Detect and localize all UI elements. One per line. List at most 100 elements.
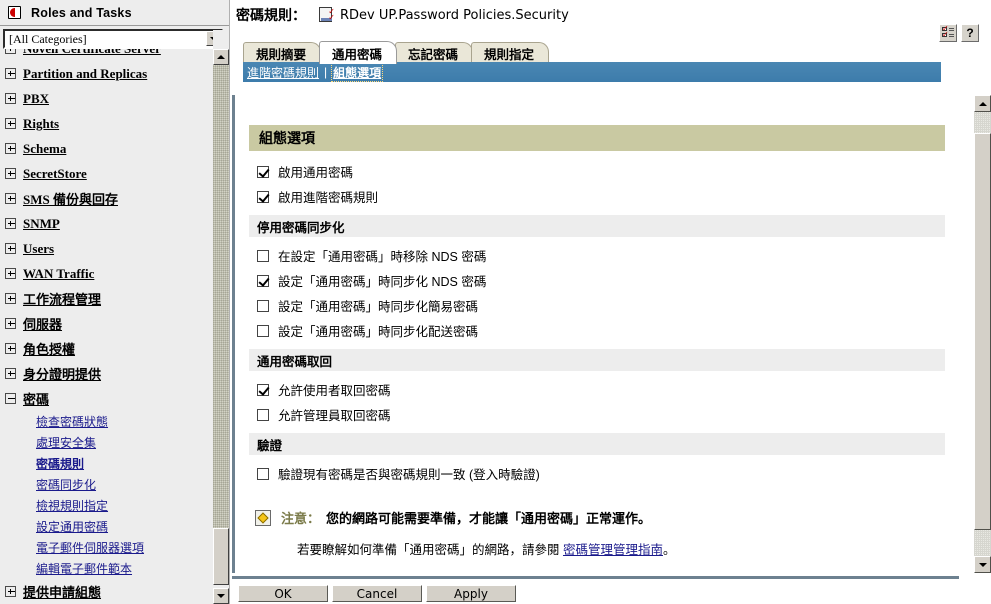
panel-scroll-up-button[interactable] bbox=[974, 95, 991, 112]
checkbox-3-0[interactable] bbox=[257, 468, 269, 480]
sidebar-item-label[interactable]: SecretStore bbox=[23, 166, 87, 182]
category-filter-value[interactable]: [All Categories] bbox=[3, 29, 223, 49]
sidebar-task-label[interactable]: 檢視規則指定 bbox=[36, 497, 108, 514]
sidebar-item-13[interactable]: 身分證明提供 bbox=[5, 361, 214, 386]
expand-plus-icon[interactable] bbox=[5, 368, 16, 379]
checkbox-label[interactable]: 允許管理員取回密碼 bbox=[278, 405, 391, 424]
sidebar-item-label[interactable]: Schema bbox=[23, 141, 66, 157]
expand-plus-icon[interactable] bbox=[5, 218, 16, 229]
sidebar-task-1[interactable]: 處理安全集 bbox=[5, 432, 214, 453]
expand-plus-icon[interactable] bbox=[5, 318, 16, 329]
checkbox-1-3[interactable] bbox=[257, 325, 269, 337]
tab-3[interactable]: 規則指定 bbox=[471, 42, 549, 64]
sidebar-item-label[interactable]: SMS 備份與回存 bbox=[23, 189, 118, 208]
subnav-link-0[interactable]: 進階密碼規則 bbox=[247, 64, 319, 81]
expand-plus-icon[interactable] bbox=[5, 93, 16, 104]
panel-scrollbar[interactable] bbox=[974, 95, 991, 573]
sidebar-scrollbar-track[interactable] bbox=[213, 49, 229, 585]
sidebar-item-4[interactable]: Schema bbox=[5, 136, 214, 161]
option-row-2-0[interactable]: 允許使用者取回密碼 bbox=[249, 377, 945, 402]
sidebar-item-label[interactable]: 身分證明提供 bbox=[23, 364, 101, 383]
help-button[interactable]: ? bbox=[961, 24, 979, 42]
checkbox-0-0[interactable] bbox=[257, 166, 269, 178]
checkbox-label[interactable]: 驗證現有密碼是否與密碼規則一致 (登入時驗證) bbox=[278, 464, 540, 483]
sidebar-item-0[interactable]: Novell Certificate Server bbox=[5, 49, 214, 61]
expand-plus-icon[interactable] bbox=[5, 586, 16, 597]
sidebar-item-label[interactable]: 工作流程管理 bbox=[23, 289, 101, 308]
expand-plus-icon[interactable] bbox=[5, 68, 16, 79]
checkbox-2-0[interactable] bbox=[257, 384, 269, 396]
sidebar-item-label[interactable]: Users bbox=[23, 241, 54, 257]
sidebar-scrollbar[interactable] bbox=[213, 30, 229, 604]
sidebar-item-label[interactable]: 伺服器 bbox=[23, 314, 62, 333]
sidebar-item-label[interactable]: Novell Certificate Server bbox=[23, 49, 161, 57]
checkbox-2-1[interactable] bbox=[257, 409, 269, 421]
panel-scrollbar-thumb[interactable] bbox=[974, 133, 991, 530]
sidebar-task-4[interactable]: 檢視規則指定 bbox=[5, 495, 214, 516]
sidebar-scrollbar-thumb[interactable] bbox=[213, 528, 229, 585]
sidebar-task-5[interactable]: 設定通用密碼 bbox=[5, 516, 214, 537]
sidebar-task-6[interactable]: 電子郵件伺服器選項 bbox=[5, 537, 214, 558]
expand-plus-icon[interactable] bbox=[5, 268, 16, 279]
expand-plus-icon[interactable] bbox=[5, 343, 16, 354]
checkbox-1-2[interactable] bbox=[257, 300, 269, 312]
cancel-button[interactable]: Cancel bbox=[332, 585, 422, 602]
checkbox-1-0[interactable] bbox=[257, 250, 269, 262]
sidebar-scroll-up-button[interactable] bbox=[213, 49, 229, 65]
expand-plus-icon[interactable] bbox=[5, 168, 16, 179]
sidebar-item-label[interactable]: Rights bbox=[23, 116, 59, 132]
sidebar-task-label[interactable]: 處理安全集 bbox=[36, 434, 96, 451]
sidebar-item-5[interactable]: SecretStore bbox=[5, 161, 214, 186]
checklist-icon[interactable]: ✓✓ bbox=[939, 24, 957, 42]
sidebar-task-3[interactable]: 密碼同步化 bbox=[5, 474, 214, 495]
tab-0[interactable]: 規則摘要 bbox=[243, 42, 321, 64]
sidebar-item-label[interactable]: 角色授權 bbox=[23, 339, 75, 358]
sidebar-item-15[interactable]: 提供申請組態 bbox=[5, 579, 214, 604]
sidebar-task-label[interactable]: 編輯電子郵件範本 bbox=[36, 560, 132, 577]
sidebar-task-label[interactable]: 檢查密碼狀態 bbox=[36, 413, 108, 430]
sidebar-item-11[interactable]: 伺服器 bbox=[5, 311, 214, 336]
tab-2[interactable]: 忘記密碼 bbox=[395, 42, 473, 64]
option-row-3-0[interactable]: 驗證現有密碼是否與密碼規則一致 (登入時驗證) bbox=[249, 461, 945, 486]
password-management-guide-link[interactable]: 密碼管理管理指南 bbox=[563, 543, 663, 557]
sidebar-task-label[interactable]: 密碼同步化 bbox=[36, 476, 96, 493]
sidebar-item-6[interactable]: SMS 備份與回存 bbox=[5, 186, 214, 211]
checkbox-0-1[interactable] bbox=[257, 191, 269, 203]
sidebar-task-0[interactable]: 檢查密碼狀態 bbox=[5, 411, 214, 432]
option-row-1-0[interactable]: 在設定「通用密碼」時移除 NDS 密碼 bbox=[249, 243, 945, 268]
collapse-minus-icon[interactable] bbox=[5, 393, 16, 404]
sidebar-task-7[interactable]: 編輯電子郵件範本 bbox=[5, 558, 214, 579]
checkbox-label[interactable]: 設定「通用密碼」時同步化簡易密碼 bbox=[278, 296, 478, 315]
checkbox-label[interactable]: 設定「通用密碼」時同步化 NDS 密碼 bbox=[278, 271, 486, 290]
category-filter-select[interactable]: [All Categories] bbox=[3, 29, 223, 49]
sidebar-item-label[interactable]: 提供申請組態 bbox=[23, 582, 101, 601]
sidebar-item-label[interactable]: WAN Traffic bbox=[23, 266, 94, 282]
sidebar-task-label[interactable]: 密碼規則 bbox=[36, 455, 84, 472]
sidebar-item-7[interactable]: SNMP bbox=[5, 211, 214, 236]
checkbox-label[interactable]: 啟用進階密碼規則 bbox=[278, 187, 378, 206]
sidebar-item-label[interactable]: Partition and Replicas bbox=[23, 66, 147, 82]
checkbox-1-1[interactable] bbox=[257, 275, 269, 287]
expand-plus-icon[interactable] bbox=[5, 49, 16, 54]
option-row-0-1[interactable]: 啟用進階密碼規則 bbox=[249, 184, 945, 209]
expand-plus-icon[interactable] bbox=[5, 193, 16, 204]
expand-plus-icon[interactable] bbox=[5, 243, 16, 254]
sidebar-item-label[interactable]: SNMP bbox=[23, 216, 60, 232]
option-row-1-1[interactable]: 設定「通用密碼」時同步化 NDS 密碼 bbox=[249, 268, 945, 293]
sidebar-item-3[interactable]: Rights bbox=[5, 111, 214, 136]
sidebar-item-label[interactable]: 密碼 bbox=[23, 389, 49, 408]
checkbox-label[interactable]: 啟用通用密碼 bbox=[278, 162, 353, 181]
sidebar-task-label[interactable]: 設定通用密碼 bbox=[36, 518, 108, 535]
checkbox-label[interactable]: 在設定「通用密碼」時移除 NDS 密碼 bbox=[278, 246, 486, 265]
option-row-1-2[interactable]: 設定「通用密碼」時同步化簡易密碼 bbox=[249, 293, 945, 318]
sidebar-task-label[interactable]: 電子郵件伺服器選項 bbox=[36, 539, 144, 556]
option-row-1-3[interactable]: 設定「通用密碼」時同步化配送密碼 bbox=[249, 318, 945, 343]
sidebar-item-10[interactable]: 工作流程管理 bbox=[5, 286, 214, 311]
sidebar-item-14[interactable]: 密碼 bbox=[5, 386, 214, 411]
checkbox-label[interactable]: 允許使用者取回密碼 bbox=[278, 380, 391, 399]
expand-plus-icon[interactable] bbox=[5, 293, 16, 304]
option-row-2-1[interactable]: 允許管理員取回密碼 bbox=[249, 402, 945, 427]
expand-plus-icon[interactable] bbox=[5, 143, 16, 154]
ok-button[interactable]: OK bbox=[238, 585, 328, 602]
subnav-link-1[interactable]: 組態選項 bbox=[332, 64, 382, 81]
